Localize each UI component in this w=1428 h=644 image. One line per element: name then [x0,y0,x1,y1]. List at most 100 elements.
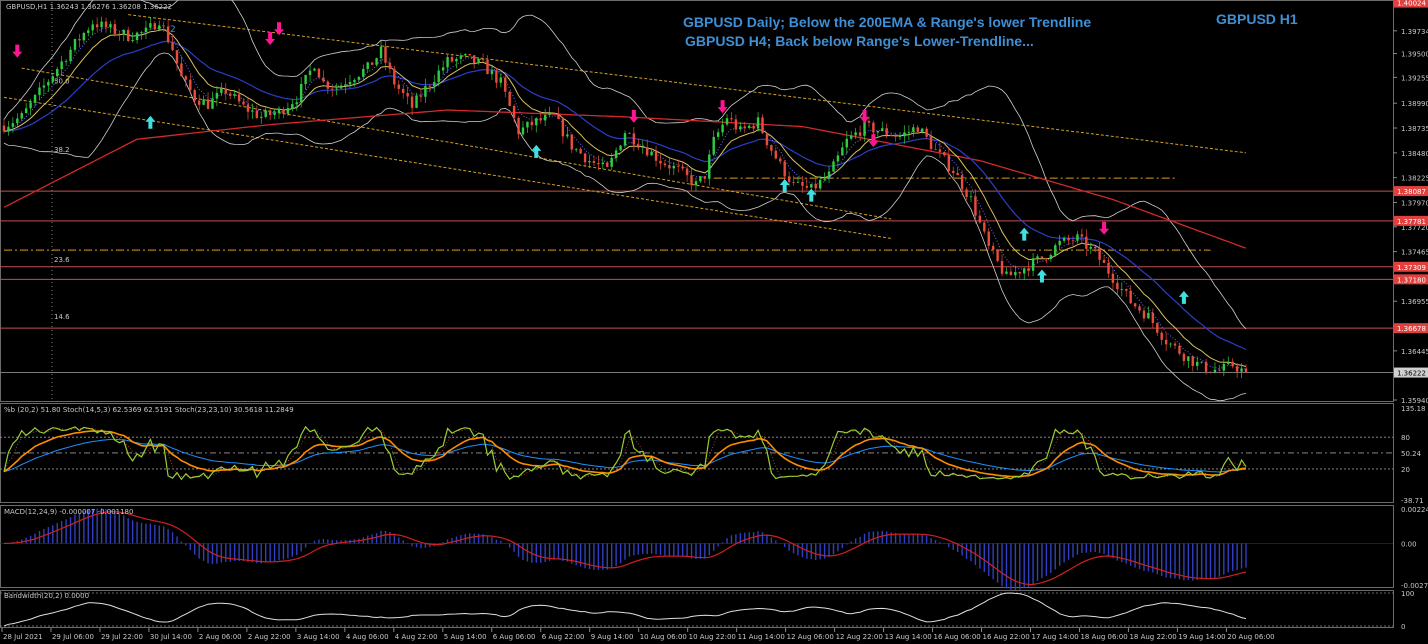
candle-body [38,87,41,95]
candle-body [357,76,361,80]
candle-body [588,160,591,163]
candle-body [291,104,294,109]
candle-body [224,88,228,94]
candle-body [446,56,449,68]
candle-body [197,100,201,105]
candle-body [1240,368,1243,372]
candle-body [934,148,937,150]
candle-body [543,114,547,121]
candle-body [1027,268,1030,271]
candle-body [1133,303,1137,307]
price-label-text: 1.36222 [1397,370,1426,378]
price-tick-label: 1.39734 [1401,28,1428,36]
trading-chart[interactable]: 50.038.223.614.6 1.397341.395001.392551.… [0,0,1428,644]
candle-body [929,136,933,149]
candle-body [730,118,733,120]
fib-level-label: 14.6 [54,313,70,321]
candle-body [810,184,813,188]
candle-body [801,181,804,186]
candle-body [486,60,489,75]
candle-body [441,67,445,71]
time-tick-label: 30 Jul 14:00 [150,633,192,641]
candle-body [858,132,862,136]
candle-body [960,175,964,190]
candle-body [614,150,618,158]
candle-body [774,150,778,159]
price-label-text: 1.38087 [1397,188,1426,196]
candle-body [867,120,871,123]
candle-body [1098,248,1101,260]
candle-body [481,58,485,61]
candle-body [530,121,534,126]
candle-body [526,121,529,128]
candle-body [20,113,23,119]
annotation-h4: GBPUSD H4; Back below Range's Lower-Tren… [685,33,1034,49]
candle-body [925,128,928,137]
candle-body [122,29,125,35]
candle-body [1222,363,1226,371]
candle-body [144,27,148,33]
candle-body [916,127,919,132]
candle-body [1151,312,1155,324]
candle-body [104,21,108,28]
candle-body [836,155,840,162]
candle-body [406,93,409,97]
candle-body [823,178,826,180]
candle-body [171,42,174,51]
candle-body [668,165,671,169]
candle-body [552,113,556,115]
stochastic-tick-label: 135.18 [1401,405,1426,413]
annotation-h1: GBPUSD H1 [1216,11,1298,27]
candle-body [11,123,15,127]
candle-body [1138,306,1141,311]
candle-body [1000,260,1004,274]
candle-body [282,108,285,114]
candle-body [180,63,183,77]
time-tick-label: 13 Aug 14:00 [885,633,932,641]
candle-body [1169,343,1172,345]
candle-body [1147,312,1150,319]
candle-body [654,151,658,161]
candle-body [158,25,161,30]
candle-body [947,155,951,171]
macd-tick-label: 0.002246 [1401,506,1428,514]
candle-body [850,135,853,139]
fib-level-label: 23.6 [54,256,70,264]
candle-body [920,128,924,132]
candle-body [752,125,755,129]
candle-body [29,102,32,109]
candle-body [1231,361,1234,367]
candle-body [1067,237,1070,241]
candle-body [606,162,609,167]
candle-body [477,58,480,64]
candle-body [885,128,888,135]
candle-body [366,62,369,69]
candle-body [574,148,578,150]
candle-body [708,154,711,179]
stochastic-tick-label: 20 [1401,466,1410,474]
stochastic-title: %b (20,2) 51.80 Stoch(14,5,3) 62.5369 62… [4,406,294,414]
candle-body [535,118,538,126]
candle-body [1093,246,1097,249]
candle-body [734,119,738,130]
candle-body [415,95,418,108]
candle-body [229,93,232,96]
candle-body [295,102,298,105]
candle-body [286,108,290,114]
candle-body [756,117,760,129]
candle-body [898,136,902,138]
candle-body [619,145,622,151]
candle-body [264,110,267,117]
candle-body [1129,290,1132,304]
candle-body [1071,240,1075,242]
candle-body [60,61,63,70]
candle-body [1182,353,1186,361]
candle-body [690,175,693,186]
candle-body [747,125,751,128]
candle-body [304,74,307,84]
candle-body [681,166,684,169]
candle-body [765,133,769,146]
candle-body [579,148,582,154]
candle-body [410,96,414,108]
macd-title: MACD(12,24,9) -0.000007 -0.001180 [4,508,133,516]
